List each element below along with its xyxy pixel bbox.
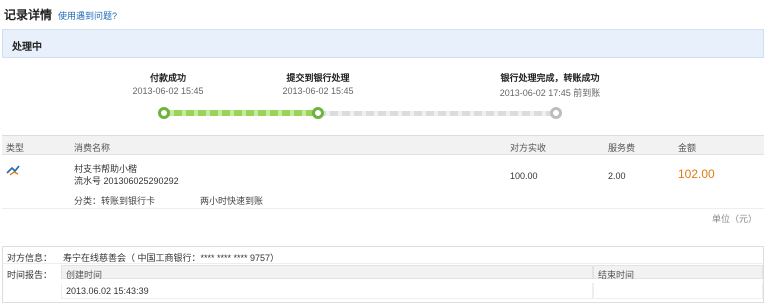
col-name: 消费名称 [74,143,111,153]
help-link[interactable]: 使用遇到问题? [58,9,117,22]
col-amount: 金额 [678,143,697,153]
step-dot-pending [550,107,562,119]
record-serial: 流水号 201306025290292 [74,176,179,186]
col-fee: 服务费 [608,143,636,153]
unit-label: 单位（元） [711,214,757,224]
record-name-cell: 村支书帮助小楷 流水号 201306025290292 [74,163,179,187]
table-header: 类型 消费名称 对方实收 服务费 金额 [2,135,764,155]
progress-pending-segment [318,111,558,116]
step-completed: 银行处理完成，转账成功 2013-06-02 17:45 前到账 [470,71,630,99]
record-category: 分类：转账到银行卡 [74,196,156,206]
col-type: 类型 [6,143,25,153]
step-submitted: 提交到银行处理 2013-06-02 15:45 [238,71,398,96]
step-label: 提交到银行处理 [286,73,350,83]
counterparty-value: 寿宁在线慈善会（ 中国工商银行：**** **** **** 9757） [63,253,280,263]
step-time: 2013-06-02 15:45 [282,86,354,96]
record-table: 类型 消费名称 对方实收 服务费 金额 村支书帮助小楷 流水号 20130602… [2,135,764,209]
fee-amount: 2.00 [608,171,626,181]
status-bar: 处理中 [2,29,764,58]
step-paid: 付款成功 2013-06-02 15:45 [88,71,248,96]
created-time-value: 2013.06.02 15:43:39 [61,283,593,299]
info-panel: 对方信息： 寿宁在线慈善会（ 中国工商银行：**** **** **** 975… [2,246,764,303]
transfer-bird-icon [6,165,20,176]
end-time-header: 结束时间 [593,265,763,280]
page-title: 记录详情 [4,8,53,22]
counterpart-amount: 100.00 [510,171,538,181]
step-label: 银行处理完成，转账成功 [500,73,600,83]
end-time-value [593,283,763,299]
counterparty-label: 对方信息： [7,253,53,263]
table-row: 村支书帮助小楷 流水号 201306025290292 100.00 2.00 … [2,155,764,209]
record-speed: 两小时快速到账 [200,196,264,206]
page-header: 记录详情 使用遇到问题? [4,6,117,22]
time-report-label: 时间报告： [7,270,53,280]
step-dot-done [158,107,170,119]
status-text: 处理中 [12,42,42,53]
step-label: 付款成功 [149,73,186,83]
step-time: 2013-06-02 15:45 [132,86,204,96]
created-time-header: 创建时间 [61,265,593,280]
time-report: 时间报告： 创建时间 结束时间 2013.06.02 15:43:39 [3,264,763,302]
record-name: 村支书帮助小楷 [74,164,138,174]
total-amount: 102.00 [678,167,715,181]
progress-track [158,107,562,119]
progress-done-segment [162,110,318,116]
counterparty-row: 对方信息： 寿宁在线慈善会（ 中国工商银行：**** **** **** 975… [3,247,763,264]
step-dot-done [312,107,324,119]
step-time: 2013-06-02 17:45 前到账 [499,88,601,98]
col-counterpart: 对方实收 [510,143,547,153]
